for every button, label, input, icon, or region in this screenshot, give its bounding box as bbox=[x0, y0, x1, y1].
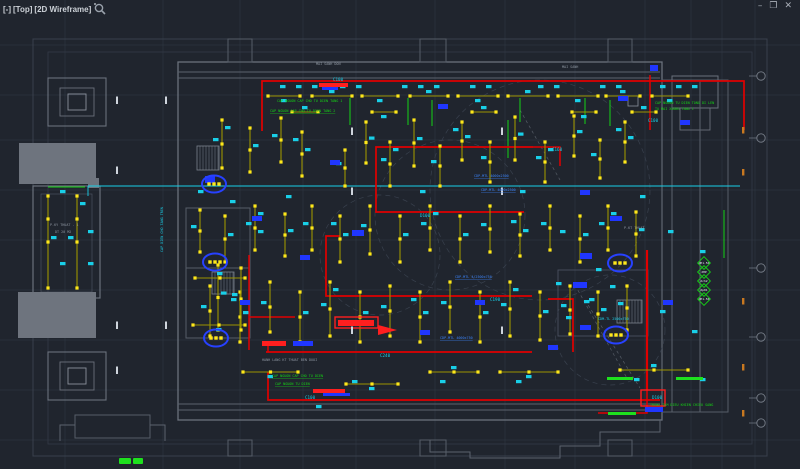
drawing-canvas[interactable]: dH1.50 2HP dch2 dp01 dH1.50 C100 C100 C160 D100 C… bbox=[0, 0, 800, 469]
svg-text:CDP-MTL 4000x2500: CDP-MTL 4000x2500 bbox=[481, 188, 516, 192]
svg-text:dH1.50: dH1.50 bbox=[699, 261, 710, 265]
svg-text:D100: D100 bbox=[652, 395, 663, 400]
keynote-diamonds: dH1.50 2HP dch2 dp01 dH1.50 bbox=[696, 255, 712, 307]
svg-text:MAI SANH DON: MAI SANH DON bbox=[316, 62, 341, 66]
svg-text:CDP-MTL 4000x750: CDP-MTL 4000x750 bbox=[440, 336, 473, 340]
minimize-button[interactable]: – bbox=[758, 0, 763, 12]
svg-text:dp01: dp01 bbox=[700, 288, 707, 292]
svg-text:CAP NGUON CAP CHO TU DIEN TANG: CAP NGUON CAP CHO TU DIEN TANG 2 bbox=[270, 109, 335, 113]
svg-text:dch2: dch2 bbox=[700, 279, 707, 283]
svg-text:C190: C190 bbox=[490, 297, 501, 302]
magnifier-icon bbox=[94, 3, 106, 15]
svg-text:P.KT THUAT: P.KT THUAT bbox=[624, 226, 644, 230]
viewport-menu-button[interactable]: [-] bbox=[3, 5, 11, 14]
visual-style-menu[interactable]: [2D Wireframe] bbox=[34, 5, 91, 14]
svg-text:DT 20 M2: DT 20 M2 bbox=[55, 230, 71, 234]
svg-text:2HP: 2HP bbox=[701, 270, 707, 274]
svg-text:HANH LANG KT THUAT BEN DUOI: HANH LANG KT THUAT BEN DUOI bbox=[262, 358, 317, 362]
svg-text:P.KY THUAT - 1: P.KY THUAT - 1 bbox=[50, 223, 79, 227]
svg-text:C100: C100 bbox=[648, 118, 659, 123]
grid-bubbles bbox=[749, 71, 766, 428]
svg-text:CDP-MTL 4/2500x750: CDP-MTL 4/2500x750 bbox=[455, 275, 492, 279]
restore-button[interactable]: ❐ bbox=[769, 0, 777, 12]
view-controls-menu[interactable]: [Top] bbox=[13, 5, 32, 14]
gray-hatch-fills bbox=[18, 143, 99, 338]
svg-text:CAP DIEN CHO TANG TREN: CAP DIEN CHO TANG TREN bbox=[160, 207, 164, 252]
drawing-window-controls: – ❐ ✕ bbox=[758, 0, 792, 12]
viewport-controls: [-] [Top] [2D Wireframe] bbox=[3, 2, 107, 16]
svg-text:CAP NGUON TU DIEN TONG DI LEN: CAP NGUON TU DIEN TONG DI LEN bbox=[655, 101, 714, 105]
svg-text:CDM-TL 2500x750: CDM-TL 2500x750 bbox=[598, 317, 629, 321]
svg-text:dH1.50: dH1.50 bbox=[699, 297, 710, 301]
svg-text:TRUNG TAM DIEU KHIEN CHIEU SAN: TRUNG TAM DIEU KHIEN CHIEU SANG bbox=[650, 403, 713, 407]
red-circuit-lines bbox=[248, 75, 745, 414]
svg-text:C100: C100 bbox=[305, 395, 316, 400]
fixture-circles bbox=[201, 174, 633, 348]
close-button[interactable]: ✕ bbox=[784, 0, 792, 12]
svg-text:CAP NGUON CAP CHO TU DIEN: CAP NGUON CAP CHO TU DIEN bbox=[272, 374, 323, 378]
svg-text:C100: C100 bbox=[333, 77, 344, 82]
cad-drawing-window: dH1.50 2HP dch2 dp01 dH1.50 C100 C100 C160 D100 C… bbox=[0, 0, 800, 469]
svg-text:CDP-MTL 4000x2500: CDP-MTL 4000x2500 bbox=[474, 174, 509, 178]
feeder-cyan-lines bbox=[87, 185, 740, 196]
reference-ticks bbox=[116, 96, 745, 417]
svg-text:C240: C240 bbox=[380, 353, 391, 358]
svg-text:C160: C160 bbox=[552, 147, 563, 152]
svg-text:TU MAI XUONG TANG 1: TU MAI XUONG TANG 1 bbox=[655, 107, 694, 111]
svg-text:D100: D100 bbox=[420, 213, 431, 218]
svg-text:CAP NGUON CAP CHO TU DIEN TANG: CAP NGUON CAP CHO TU DIEN TANG 1 bbox=[277, 99, 342, 103]
device-tags bbox=[60, 85, 706, 409]
svg-text:CAP NGUON TU DIEN: CAP NGUON TU DIEN bbox=[275, 382, 310, 386]
svg-text:MAI SANH: MAI SANH bbox=[562, 65, 578, 69]
ceiling-arcs bbox=[319, 79, 666, 386]
